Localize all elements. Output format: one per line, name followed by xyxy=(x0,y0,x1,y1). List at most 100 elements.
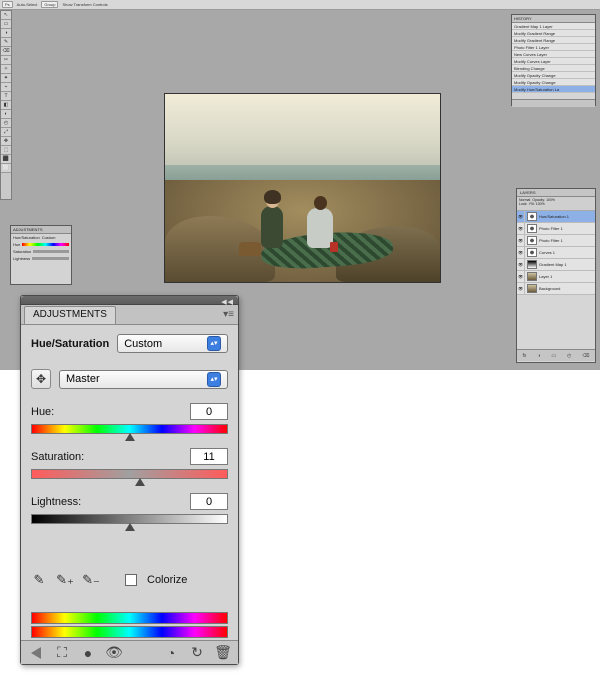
clip-mask-icon[interactable]: ● xyxy=(81,645,95,661)
history-item[interactable]: Modify Gradient Range xyxy=(512,30,595,37)
eye-icon[interactable]: 👁 xyxy=(517,271,525,282)
adjustments-tab[interactable]: ADJUSTMENTS xyxy=(24,306,116,324)
tool-heal[interactable]: ✧ xyxy=(1,65,11,74)
opt-show-transform[interactable]: Show Transform Controls xyxy=(62,2,107,7)
lightness-slider-thumb[interactable] xyxy=(125,523,135,531)
eye-icon[interactable]: 👁 xyxy=(517,247,525,258)
saturation-input[interactable] xyxy=(190,448,228,465)
fill-value[interactable]: 100% xyxy=(536,202,545,206)
layer-row[interactable]: 👁 Curves 1 xyxy=(517,247,595,259)
expand-icon[interactable]: ⛶ xyxy=(55,644,69,661)
hue-slider-thumb[interactable] xyxy=(125,433,135,441)
tool-move[interactable]: ↖ xyxy=(1,11,11,20)
adj-icon[interactable]: ▭ xyxy=(551,353,556,359)
document-canvas[interactable] xyxy=(164,93,441,283)
adjustments-panel[interactable]: ◀◀ ADJUSTMENTS ▾≡ Hue/Saturation Custom … xyxy=(20,295,239,665)
previous-state-icon[interactable]: ◔ xyxy=(164,645,178,661)
panel-menu-icon[interactable]: ▾≡ xyxy=(223,309,234,320)
preset-value: Custom xyxy=(124,338,162,350)
eyedropper-subtract-icon[interactable]: ✎₋ xyxy=(83,572,99,588)
eye-icon[interactable]: 👁 xyxy=(517,235,525,246)
layer-thumb xyxy=(527,284,537,293)
back-icon[interactable] xyxy=(29,647,43,659)
hue-slider[interactable] xyxy=(31,424,228,434)
history-panel[interactable]: HISTORY Gradient Map 1 Layer Modify Grad… xyxy=(511,14,596,106)
tool-eyedropper[interactable]: ✂ xyxy=(1,56,11,65)
tool-brush[interactable]: ✦ xyxy=(1,74,11,83)
mini-hue-track[interactable] xyxy=(22,243,69,246)
layer-row[interactable]: 👁 Layer 1 xyxy=(517,271,595,283)
history-item-selected[interactable]: Modify Hue/Saturation La xyxy=(512,86,595,93)
new-icon[interactable]: ◴ xyxy=(567,353,571,359)
mini-adj-preset[interactable]: Custom xyxy=(42,235,56,240)
mini-sat-label: Saturation xyxy=(13,249,31,254)
tool-lasso[interactable]: ◑ xyxy=(1,29,11,38)
history-item[interactable]: Gradient Map 1 Layer xyxy=(512,23,595,30)
mini-sat-track[interactable] xyxy=(33,250,69,253)
opt-autoselect[interactable]: Auto-Select xyxy=(17,2,38,7)
color-range-bars xyxy=(31,612,228,638)
tool-fg[interactable]: ⬛ xyxy=(1,155,11,164)
layer-row[interactable]: 👁 Photo Filter 1 xyxy=(517,223,595,235)
lightness-slider[interactable] xyxy=(31,514,228,524)
history-item[interactable]: Modify Opacity Change xyxy=(512,79,595,86)
layer-row[interactable]: 👁 Photo Filter 1 xyxy=(517,235,595,247)
layers-options: Normal Opacity: 100% Lock: Fill: 100% xyxy=(517,197,595,211)
saturation-slider-thumb[interactable] xyxy=(135,478,145,486)
eyedropper-add-icon[interactable]: ✎₊ xyxy=(57,572,73,588)
layers-tab[interactable]: LAYERS xyxy=(520,190,536,195)
eye-icon[interactable]: 👁 xyxy=(517,283,525,294)
visibility-icon[interactable]: 👁 xyxy=(107,644,121,661)
layer-thumb xyxy=(527,212,537,221)
tool-pen[interactable]: ◴ xyxy=(1,119,11,128)
color-bar-bottom[interactable] xyxy=(31,626,228,638)
reset-icon[interactable]: ↻ xyxy=(190,644,204,661)
tool-shape[interactable]: ✥ xyxy=(1,137,11,146)
trash-icon[interactable]: ⌫ xyxy=(582,353,589,359)
eye-icon[interactable]: 👁 xyxy=(517,259,525,270)
tool-text[interactable]: T xyxy=(1,92,11,101)
tool-crop[interactable]: ⌫ xyxy=(1,47,11,56)
tool-gradient[interactable]: ◧ xyxy=(1,101,11,110)
layer-row[interactable]: 👁 Hue/Saturation 1 xyxy=(517,211,595,223)
layer-row[interactable]: 👁 Background xyxy=(517,283,595,295)
mini-adjustments-panel[interactable]: ADJUSTMENTS Hue/Saturation Custom Hue Sa… xyxy=(10,225,72,285)
history-item[interactable]: Photo Filter 1 Layer xyxy=(512,44,595,51)
history-item[interactable]: Modify Curves Layer xyxy=(512,58,595,65)
lightness-input[interactable] xyxy=(190,493,228,510)
eye-icon[interactable]: 👁 xyxy=(517,223,525,234)
saturation-slider[interactable] xyxy=(31,469,228,479)
channel-select[interactable]: Master ▴▾ xyxy=(59,370,228,389)
tool-dodge[interactable]: ◐ xyxy=(1,110,11,119)
targeted-adjust-icon[interactable]: ✥ xyxy=(31,369,51,389)
eyedropper-icon[interactable]: ✎ xyxy=(31,572,47,588)
hue-label: Hue: xyxy=(31,406,54,418)
color-bar-top[interactable] xyxy=(31,612,228,624)
panel-drag-bar[interactable]: ◀◀ xyxy=(21,296,238,305)
colorize-checkbox[interactable] xyxy=(125,574,137,586)
history-item[interactable]: Blending Change xyxy=(512,65,595,72)
history-item[interactable]: Modify Opacity Change xyxy=(512,72,595,79)
tool-bg[interactable]: ⬜ xyxy=(1,164,11,173)
preset-select[interactable]: Custom ▴▾ xyxy=(117,334,228,353)
layer-row[interactable]: 👁 Gradient Map 1 xyxy=(517,259,595,271)
mask-icon[interactable]: ◑ xyxy=(537,353,540,359)
options-bar: Ps Auto-Select Group Show Transform Cont… xyxy=(0,0,600,10)
mini-light-track[interactable] xyxy=(32,257,69,260)
layer-thumb xyxy=(527,272,537,281)
eye-icon[interactable]: 👁 xyxy=(517,211,525,222)
layers-panel[interactable]: LAYERS Normal Opacity: 100% Lock: Fill: … xyxy=(516,188,596,363)
tool-wand[interactable]: ✎ xyxy=(1,38,11,47)
mini-light-label: Lightness xyxy=(13,256,30,261)
history-item[interactable]: New Curves Layer xyxy=(512,51,595,58)
hue-input[interactable] xyxy=(190,403,228,420)
trash-icon[interactable]: 🗑 xyxy=(216,644,230,661)
opt-group[interactable]: Group xyxy=(41,1,58,8)
tool-marquee[interactable]: ▭ xyxy=(1,20,11,29)
opacity-value[interactable]: 100% xyxy=(546,198,555,202)
tool-stamp[interactable]: ⌁ xyxy=(1,83,11,92)
fx-icon[interactable]: fx xyxy=(522,353,526,359)
history-item[interactable]: Modify Gradient Range xyxy=(512,37,595,44)
tool-path[interactable]: ⤢ xyxy=(1,128,11,137)
tool-hand[interactable]: ⬚ xyxy=(1,146,11,155)
